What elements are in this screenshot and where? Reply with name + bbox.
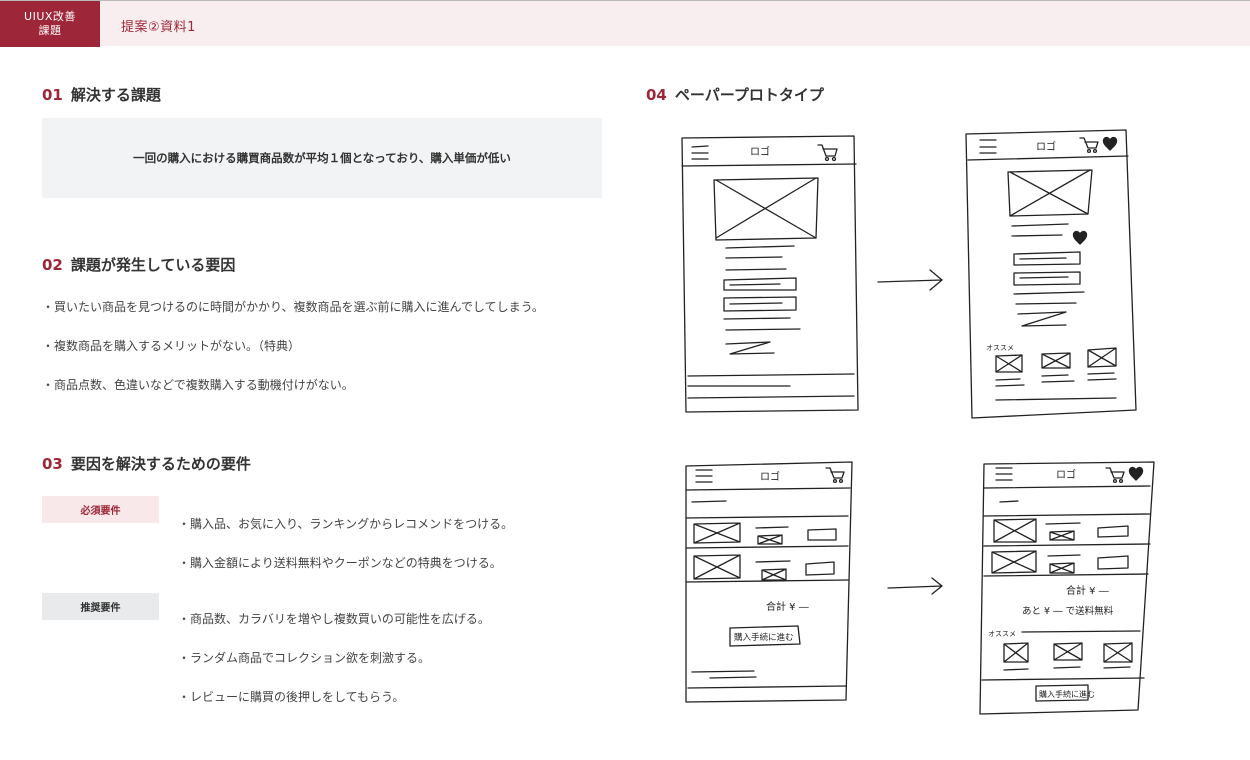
sketch-total: 合計 ¥ ― <box>766 600 809 613</box>
sketch-total: 合計 ¥ ― <box>1066 584 1109 597</box>
section-number: 04 <box>646 86 667 104</box>
requirement-item: ・購入品、お気に入り、ランキングからレコメンドをつける。 <box>178 517 514 531</box>
sketch-logo: ロゴ <box>1036 140 1056 153</box>
cart-icon <box>1105 467 1125 484</box>
hamburger-icon <box>995 467 1013 481</box>
section-title: 解決する課題 <box>70 86 161 104</box>
cart-icon <box>817 144 838 162</box>
category-badge: UIUX改善 課題 <box>0 1 100 47</box>
cart-icon <box>825 467 845 484</box>
section-title: 課題が発生している要因 <box>70 256 236 274</box>
page-title: 提案②資料1 <box>121 20 196 35</box>
paper-prototype-sketches: ロゴ ロゴ オススメ ロゴ 合計 ¥ ― 購入手続に進む ロゴ 合計 ¥ ― あ… <box>681 129 1155 715</box>
cause-item: ・複数商品を購入するメリットがない。（特典） <box>42 339 301 353</box>
must-requirements-tag: 必須要件 <box>42 496 159 523</box>
sketch-logo: ロゴ <box>1056 468 1076 481</box>
sketch-logo: ロゴ <box>760 470 780 483</box>
section-01-heading: 01 解決する課題 <box>42 84 161 105</box>
sketch-logo: ロゴ <box>750 145 770 158</box>
sketch-checkout-button: 購入手続に進む <box>1039 689 1095 699</box>
requirement-item: ・ランダム商品でコレクション欲を刺激する。 <box>178 651 431 665</box>
section-03-heading: 03 要因を解決するための要件 <box>42 453 251 474</box>
cause-item: ・買いたい商品を見つけるのに時間がかかり、複数商品を選ぶ前に購入に進んでしてしま… <box>42 300 544 314</box>
hamburger-icon <box>691 145 709 160</box>
recommended-requirements-tag: 推奨要件 <box>42 593 159 620</box>
sketch-cart-page-before: ロゴ 合計 ¥ ― 購入手続に進む <box>685 461 853 703</box>
section-title: 要因を解決するための要件 <box>70 455 251 473</box>
arrow-right-icon <box>887 577 943 595</box>
hamburger-icon <box>695 469 713 483</box>
requirement-item: ・購入金額により送料無料やクーポンなどの特典をつける。 <box>178 556 502 570</box>
sketch-recommend-label: オススメ <box>986 344 1014 352</box>
badge-line1: UIUX改善 <box>24 10 76 23</box>
sketch-cart-page-after: ロゴ 合計 ¥ ― あと ¥ ― で送料無料 オススメ 購入手続に進む <box>979 461 1155 715</box>
section-02-heading: 02 課題が発生している要因 <box>42 254 235 275</box>
section-number: 02 <box>42 256 63 274</box>
requirement-item: ・レビューに購買の後押しをしてもらう。 <box>178 690 405 704</box>
sketch-free-shipping: あと ¥ ― で送料無料 <box>1022 605 1114 617</box>
cause-item: ・商品点数、色違いなどで複数購入する動機付けがない。 <box>42 378 354 392</box>
sketch-product-page-before: ロゴ <box>681 135 859 413</box>
section-number: 01 <box>42 86 63 104</box>
hamburger-icon <box>979 139 997 154</box>
cart-icon <box>1079 137 1099 154</box>
problem-statement: 一回の購入における購買商品数が平均１個となっており、購入単価が低い <box>133 151 511 165</box>
heart-icon <box>1102 136 1118 151</box>
sketch-checkout-button: 購入手続に進む <box>734 632 794 643</box>
header-bar: UIUX改善 課題 提案②資料1 <box>0 0 1250 47</box>
badge-line2: 課題 <box>38 24 62 37</box>
requirement-item: ・商品数、カラバリを増やし複数買いの可能性を広げる。 <box>178 612 490 626</box>
sketch-product-page-after: ロゴ オススメ <box>965 129 1137 419</box>
section-number: 03 <box>42 455 63 473</box>
heart-icon <box>1128 466 1144 481</box>
arrow-right-icon <box>877 269 943 291</box>
problem-statement-box: 一回の購入における購買商品数が平均１個となっており、購入単価が低い <box>42 118 602 198</box>
heart-icon <box>1072 230 1088 245</box>
section-title: ペーパープロトタイプ <box>674 86 824 104</box>
sketch-recommend-label: オススメ <box>988 630 1016 638</box>
section-04-heading: 04 ペーパープロトタイプ <box>646 84 824 105</box>
